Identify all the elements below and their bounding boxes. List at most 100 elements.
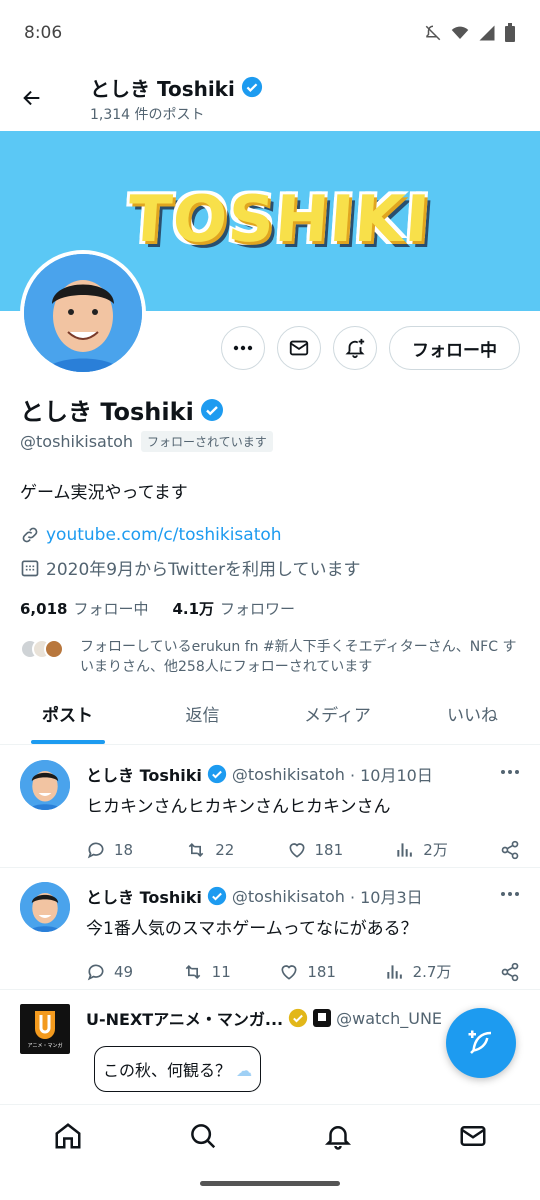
notify-button[interactable] — [333, 326, 377, 370]
profile-actions: フォロー中 — [221, 326, 520, 370]
verified-badge-icon — [207, 764, 227, 784]
tweet-avatar[interactable] — [20, 760, 70, 810]
tab-likes[interactable]: いいね — [405, 683, 540, 744]
ad-author[interactable]: U-NEXTアニメ・マンガ... — [86, 1006, 283, 1030]
profile-tabs: ポスト 返信 メディア いいね — [0, 683, 540, 745]
tweet-body: としき Toshiki @toshikisatoh · 10月3日 今1番人気の… — [86, 884, 520, 982]
more-dots-icon — [233, 345, 253, 351]
mute-icon — [425, 25, 441, 41]
following-label: フォロー中 — [73, 600, 149, 618]
tweet-header: としき Toshiki @toshikisatoh · 10月10日 — [86, 762, 520, 786]
share-button[interactable] — [500, 839, 520, 860]
tweet-text: ヒカキンさんヒカキンさんヒカキンさん — [86, 797, 391, 817]
handle-row: @toshikisatoh フォローされています — [20, 431, 520, 452]
tab-replies[interactable]: 返信 — [135, 683, 270, 744]
tweet-actions: 18 22 181 2万 — [86, 839, 520, 860]
reply-icon — [87, 964, 104, 980]
ad-speech-text: この秋、何観る？ — [103, 1061, 232, 1080]
profile-name: としき Toshiki — [20, 398, 194, 426]
following-count: 6,018 — [20, 600, 68, 618]
more-dots-icon — [501, 892, 519, 896]
followed-by-text: フォローしているerukun fn #新人下手くそエディターさん、NFC すいま… — [80, 639, 517, 675]
mail-icon — [460, 1125, 485, 1146]
follower-avatar — [44, 639, 64, 659]
tweet-avatar[interactable] — [20, 882, 70, 932]
following-stat[interactable]: 6,018 フォロー中 — [20, 598, 148, 619]
profile-avatar[interactable] — [20, 250, 146, 376]
followers-stat[interactable]: 4.1万 フォロワー — [172, 598, 295, 619]
tab-posts[interactable]: ポスト — [0, 683, 135, 744]
more-options-button[interactable] — [221, 326, 265, 370]
verified-badge-icon — [241, 76, 262, 98]
profile-bio: ゲーム実況やってます — [20, 483, 188, 503]
tweet-more-button[interactable] — [500, 760, 520, 779]
compose-button[interactable] — [446, 1008, 516, 1078]
message-button[interactable] — [277, 326, 321, 370]
profile-info: としき Toshiki @toshikisatoh フォローされています ゲーム… — [20, 392, 520, 677]
heart-icon — [281, 964, 297, 980]
header-name: としき Toshiki — [90, 76, 235, 101]
profile-header: としき Toshiki 1,314 件のポスト — [0, 66, 540, 130]
ad-avatar[interactable]: アニメ・マンガ — [20, 1004, 70, 1054]
profile-link-row: youtube.com/c/toshikisatoh — [20, 525, 520, 545]
follows-you-badge: フォローされています — [141, 431, 273, 452]
avatar-image — [24, 254, 142, 372]
share-icon — [501, 962, 519, 981]
views-button[interactable]: 2.7万 — [385, 961, 451, 982]
tweet[interactable]: としき Toshiki @toshikisatoh · 10月10日 ヒカキンさ… — [0, 746, 540, 868]
reply-button[interactable]: 18 — [86, 839, 133, 860]
calendar-icon — [21, 560, 39, 576]
like-button[interactable]: 181 — [279, 961, 336, 982]
nav-notifications[interactable] — [323, 1121, 353, 1155]
retweet-button[interactable]: 11 — [182, 961, 231, 982]
tweet-body: としき Toshiki @toshikisatoh · 10月10日 ヒカキンさ… — [86, 762, 520, 860]
bell-icon — [324, 1125, 351, 1150]
retweet-icon — [188, 842, 204, 857]
tweet-handle: @toshikisatoh — [231, 764, 345, 784]
banner-logo-text: TOSHIKI — [125, 183, 433, 257]
follow-stats: 6,018 フォロー中 4.1万 フォロワー — [20, 598, 520, 619]
bell-plus-icon — [345, 338, 365, 359]
retweet-icon — [185, 964, 200, 979]
reply-button[interactable]: 49 — [86, 961, 133, 982]
search-icon — [190, 1123, 215, 1148]
signal-icon — [479, 25, 495, 41]
header-name-row: としき Toshiki — [90, 73, 263, 102]
view-count: 2万 — [423, 841, 448, 859]
profile-link[interactable]: youtube.com/c/toshikisatoh — [46, 525, 282, 545]
followed-by-row[interactable]: フォローしているerukun fn #新人下手くそエディターさん、NFC すいま… — [20, 637, 520, 677]
tweet-author[interactable]: としき Toshiki — [86, 884, 202, 908]
joined-row: 2020年9月からTwitterを利用しています — [20, 555, 520, 580]
more-dots-icon — [501, 770, 519, 774]
tweet-more-button[interactable] — [500, 882, 520, 901]
share-button[interactable] — [500, 961, 520, 982]
ad-handle: @watch_UNE — [336, 1008, 443, 1028]
verified-badge-icon — [200, 398, 223, 421]
retweet-count: 11 — [211, 962, 231, 981]
tweet-actions: 49 11 181 2.7万 — [86, 961, 520, 982]
reply-count: 49 — [114, 962, 134, 981]
ad-speech-bubble[interactable]: この秋、何観る？ ☁ — [94, 1046, 262, 1092]
views-button[interactable]: 2万 — [395, 839, 448, 860]
gold-verified-badge-icon — [288, 1008, 308, 1028]
like-count: 181 — [307, 962, 336, 981]
tweet[interactable]: としき Toshiki @toshikisatoh · 10月3日 今1番人気の… — [0, 868, 540, 990]
tweet-date: · 10月3日 — [349, 888, 423, 907]
nav-search[interactable] — [188, 1121, 218, 1155]
views-bar-icon — [397, 842, 413, 857]
status-bar: 8:06 — [0, 0, 540, 66]
like-button[interactable]: 181 — [287, 839, 343, 860]
following-button[interactable]: フォロー中 — [389, 326, 520, 370]
reply-icon — [87, 842, 104, 858]
tab-media[interactable]: メディア — [270, 683, 405, 744]
retweet-button[interactable]: 22 — [185, 839, 234, 860]
nav-home[interactable] — [53, 1121, 83, 1155]
profile-name-row: としき Toshiki — [20, 392, 520, 427]
home-indicator[interactable] — [200, 1181, 340, 1186]
reply-count: 18 — [114, 840, 134, 859]
tweet-author[interactable]: としき Toshiki — [86, 762, 202, 786]
back-button[interactable] — [0, 66, 64, 130]
back-arrow-icon — [23, 90, 40, 106]
tweet-text: 今1番人気のスマホゲームってなにがある？ — [86, 919, 418, 939]
nav-messages[interactable] — [458, 1121, 488, 1155]
